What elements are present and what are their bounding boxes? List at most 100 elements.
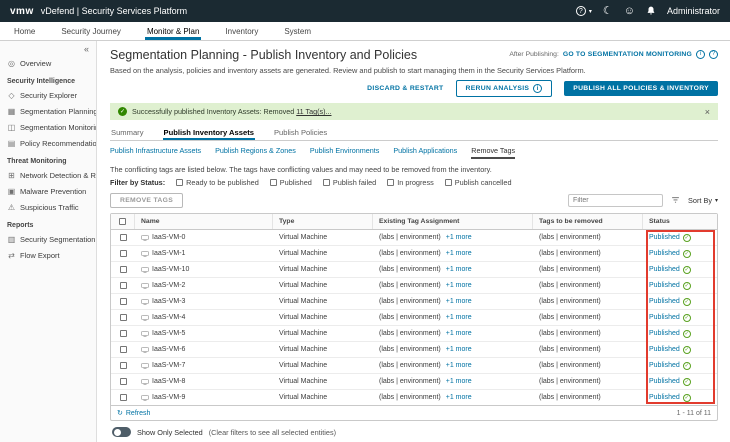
filter-publish-cancelled[interactable]: Publish cancelled <box>445 178 512 187</box>
sidebar-item-security-segmentation-report[interactable]: ▥ Security Segmentation R... <box>0 231 96 247</box>
row-checkbox[interactable] <box>120 314 127 321</box>
filter-ready-to-be-published[interactable]: Ready to be published <box>176 178 259 187</box>
more-tags-link[interactable]: +1 more <box>446 234 472 241</box>
sidebar-collapse-icon[interactable]: « <box>0 41 96 55</box>
column-header-type[interactable]: Type <box>273 214 373 229</box>
more-tags-link[interactable]: +1 more <box>446 250 472 257</box>
tab-summary[interactable]: Summary <box>110 124 145 140</box>
user-menu[interactable]: Administrator <box>667 6 720 16</box>
refresh-link[interactable]: ↻ Refresh <box>117 409 150 417</box>
sidebar-item-policy-recommendations[interactable]: ▤ Policy Recommendations <box>0 135 96 151</box>
show-only-selected-toggle[interactable] <box>112 427 131 437</box>
checkbox[interactable] <box>323 179 330 186</box>
filter-published[interactable]: Published <box>270 178 312 187</box>
more-tags-link[interactable]: +1 more <box>446 298 472 305</box>
help-circle-icon[interactable]: ? <box>709 50 718 59</box>
info-icon[interactable]: i <box>696 50 705 59</box>
feedback-smiley-icon[interactable]: ☺ <box>624 6 635 17</box>
checkbox[interactable] <box>176 179 183 186</box>
subtab-publish-environments[interactable]: Publish Environments <box>310 146 380 159</box>
publish-all-button[interactable]: PUBLISH ALL POLICIES & INVENTORY <box>564 81 718 96</box>
published-check-icon: ✓ <box>683 234 691 242</box>
subtab-publish-applications[interactable]: Publish Applications <box>393 146 457 159</box>
more-tags-link[interactable]: +1 more <box>446 394 472 401</box>
go-to-segmentation-monitoring-link[interactable]: GO TO SEGMENTATION MONITORING <box>563 51 692 58</box>
status-label: Published <box>649 250 680 257</box>
column-header-existing-tag-assignment[interactable]: Existing Tag Assignment <box>373 214 533 229</box>
row-checkbox[interactable] <box>120 298 127 305</box>
vm-icon <box>141 266 149 274</box>
more-tags-link[interactable]: +1 more <box>446 314 472 321</box>
checkbox[interactable] <box>445 179 452 186</box>
sidebar-item-malware-prevention[interactable]: ▣ Malware Prevention <box>0 183 96 199</box>
row-checkbox[interactable] <box>120 234 127 241</box>
table-row[interactable]: IaaS-VM-7 Virtual Machine (labs | enviro… <box>111 358 717 374</box>
vm-name: IaaS-VM-0 <box>152 234 185 241</box>
more-tags-link[interactable]: +1 more <box>446 282 472 289</box>
banner-tags-link[interactable]: 11 Tag(s)... <box>296 107 331 116</box>
table-row[interactable]: IaaS-VM-0 Virtual Machine (labs | enviro… <box>111 230 717 246</box>
rerun-analysis-button[interactable]: RERUN ANALYSIS i <box>456 80 553 97</box>
sidebar-item-segmentation-planning[interactable]: ▦ Segmentation Planning <box>0 103 96 119</box>
subtab-publish-regions-zones[interactable]: Publish Regions & Zones <box>215 146 296 159</box>
sidebar-item-flow-export[interactable]: ⇄ Flow Export <box>0 247 96 263</box>
sort-by-dropdown[interactable]: Sort By ▾ <box>688 196 718 205</box>
filter-input[interactable] <box>568 194 663 207</box>
row-checkbox[interactable] <box>120 362 127 369</box>
sidebar-item-overview[interactable]: ◎ Overview <box>0 55 96 71</box>
filter-publish-failed[interactable]: Publish failed <box>323 178 376 187</box>
shield-icon: ▣ <box>7 187 16 196</box>
table-row[interactable]: IaaS-VM-2 Virtual Machine (labs | enviro… <box>111 278 717 294</box>
table-row[interactable]: IaaS-VM-10 Virtual Machine (labs | envir… <box>111 262 717 278</box>
row-checkbox[interactable] <box>120 378 127 385</box>
row-checkbox[interactable] <box>120 282 127 289</box>
table-row[interactable]: IaaS-VM-4 Virtual Machine (labs | enviro… <box>111 310 717 326</box>
checkbox[interactable] <box>270 179 277 186</box>
notifications-bell-icon[interactable] <box>646 6 656 16</box>
table-row[interactable]: IaaS-VM-9 Virtual Machine (labs | enviro… <box>111 390 717 405</box>
sidebar-item-network-detection[interactable]: ⊞ Network Detection & Res... <box>0 167 96 183</box>
table-row[interactable]: IaaS-VM-8 Virtual Machine (labs | enviro… <box>111 374 717 390</box>
checkbox[interactable] <box>387 179 394 186</box>
theme-moon-icon[interactable]: ☾ <box>603 6 613 17</box>
nav-monitor-plan[interactable]: Monitor & Plan <box>145 22 201 40</box>
row-checkbox[interactable] <box>120 330 127 337</box>
more-tags-link[interactable]: +1 more <box>446 266 472 273</box>
row-checkbox[interactable] <box>120 394 127 401</box>
more-tags-link[interactable]: +1 more <box>446 362 472 369</box>
column-header-name[interactable]: Name <box>135 214 273 229</box>
table-row[interactable]: IaaS-VM-3 Virtual Machine (labs | enviro… <box>111 294 717 310</box>
table-row[interactable]: IaaS-VM-6 Virtual Machine (labs | enviro… <box>111 342 717 358</box>
nav-system[interactable]: System <box>282 22 313 40</box>
subtab-publish-infrastructure-assets[interactable]: Publish Infrastructure Assets <box>110 146 201 159</box>
filter-in-progress[interactable]: In progress <box>387 178 434 187</box>
column-header-status[interactable]: Status <box>643 214 717 229</box>
nav-inventory[interactable]: Inventory <box>223 22 260 40</box>
row-checkbox[interactable] <box>120 266 127 273</box>
column-header-tags-to-be-removed[interactable]: Tags to be removed <box>533 214 643 229</box>
subtab-remove-tags[interactable]: Remove Tags <box>471 146 515 159</box>
sidebar-item-segmentation-monitoring[interactable]: ◫ Segmentation Monitoring <box>0 119 96 135</box>
tab-publish-policies[interactable]: Publish Policies <box>273 124 328 140</box>
help-icon[interactable]: ? <box>576 6 586 16</box>
sidebar-item-security-explorer[interactable]: ◇ Security Explorer <box>0 87 96 103</box>
table-row[interactable]: IaaS-VM-1 Virtual Machine (labs | enviro… <box>111 246 717 262</box>
tab-publish-inventory-assets[interactable]: Publish Inventory Assets <box>163 124 255 140</box>
tags-to-remove: (labs | environment) <box>539 266 601 273</box>
select-all-checkbox[interactable] <box>119 218 126 225</box>
discard-restart-button[interactable]: DISCARD & RESTART <box>367 85 443 92</box>
nav-security-journey[interactable]: Security Journey <box>59 22 123 40</box>
more-tags-link[interactable]: +1 more <box>446 378 472 385</box>
nav-home[interactable]: Home <box>12 22 37 40</box>
more-tags-link[interactable]: +1 more <box>446 330 472 337</box>
existing-tags: (labs | environment) <box>379 346 441 353</box>
table-toolbar: REMOVE TAGS Sort By ▾ <box>110 193 718 208</box>
banner-close-icon[interactable]: × <box>705 107 710 117</box>
row-checkbox[interactable] <box>120 346 127 353</box>
table-row[interactable]: IaaS-VM-5 Virtual Machine (labs | enviro… <box>111 326 717 342</box>
row-checkbox[interactable] <box>120 250 127 257</box>
remove-tags-button[interactable]: REMOVE TAGS <box>110 193 183 208</box>
filter-funnel-icon[interactable] <box>671 196 680 205</box>
more-tags-link[interactable]: +1 more <box>446 346 472 353</box>
sidebar-item-suspicious-traffic[interactable]: ⚠ Suspicious Traffic <box>0 199 96 215</box>
